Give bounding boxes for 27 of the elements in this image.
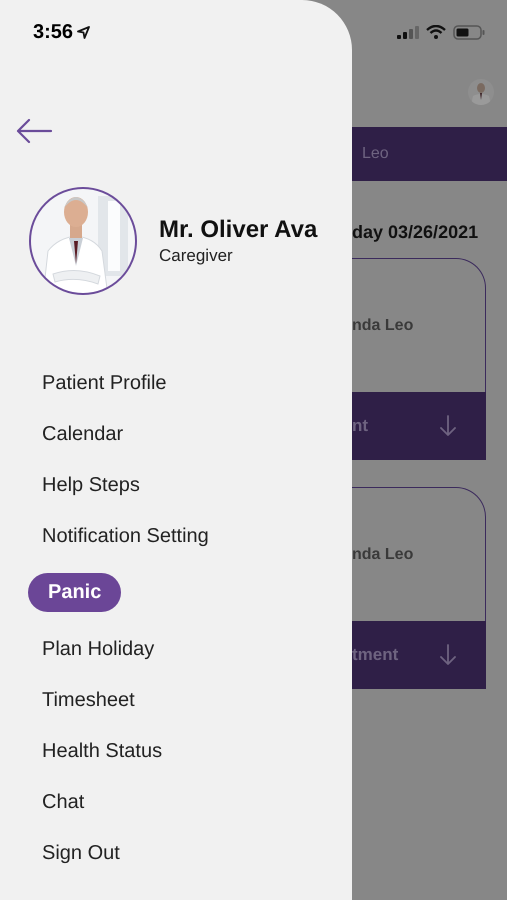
menu-item[interactable]: Plan Holiday xyxy=(28,629,168,668)
menu-item[interactable]: Timesheet xyxy=(28,680,149,719)
menu-item[interactable]: Chat xyxy=(28,782,98,821)
date-heading: day 03/26/2021 xyxy=(352,221,480,243)
status-time: 3:56 xyxy=(33,22,74,42)
back-button[interactable] xyxy=(14,118,54,144)
card-name: nda Leo xyxy=(352,544,414,564)
menu-item[interactable]: Help Steps xyxy=(28,465,154,504)
signal-icon xyxy=(397,26,419,38)
back-arrow-icon xyxy=(15,118,53,144)
menu-item[interactable]: Calendar xyxy=(28,414,138,453)
menu-item[interactable]: Sign Out xyxy=(28,833,134,872)
battery-icon xyxy=(453,24,485,40)
menu-item[interactable]: Health Status xyxy=(28,731,176,770)
arrow-down-icon xyxy=(440,415,456,437)
menu-item[interactable]: Notification Setting xyxy=(28,516,223,555)
banner-text: Leo xyxy=(362,144,389,164)
wifi-icon xyxy=(426,25,446,39)
location-arrow-icon xyxy=(77,26,90,38)
profile-role: Caregiver xyxy=(159,245,234,267)
card-action-text: tment xyxy=(352,644,398,666)
card-name: nda Leo xyxy=(352,316,414,336)
arrow-down-icon xyxy=(440,644,456,666)
menu-item[interactable]: Patient Profile xyxy=(28,363,181,402)
profile-name: Mr. Oliver Ava xyxy=(159,215,318,245)
menu-item[interactable]: Panic xyxy=(28,572,122,612)
card-action-text: nt xyxy=(352,415,368,438)
